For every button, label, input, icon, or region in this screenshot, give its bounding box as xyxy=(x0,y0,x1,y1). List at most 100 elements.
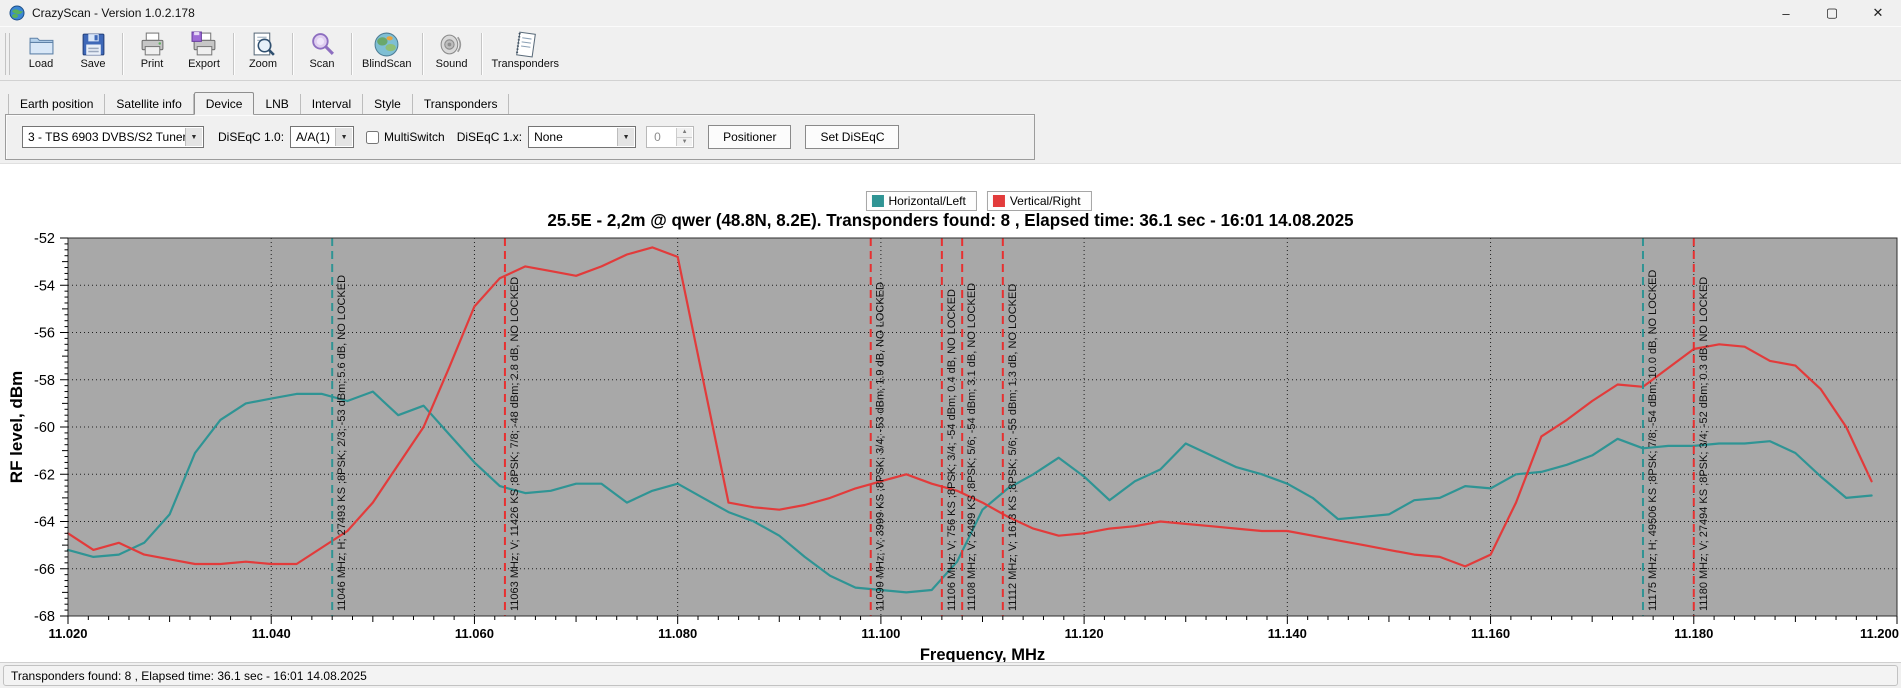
toolbar-button-label: Export xyxy=(188,58,220,70)
toolbar-button-label: Load xyxy=(28,58,54,70)
y-tick-label: -64 xyxy=(34,515,55,531)
position-spinner-value: 0 xyxy=(654,130,661,144)
sound-icon xyxy=(438,31,465,58)
toolbar-button-print[interactable]: Print xyxy=(126,29,178,79)
y-tick-label: -52 xyxy=(34,231,55,247)
tab-interval[interactable]: Interval xyxy=(301,94,364,114)
x-tick-label: 11.020 xyxy=(48,626,87,641)
x-tick-label: 11.100 xyxy=(861,626,900,641)
window-controls: – ▢ ✕ xyxy=(1763,0,1901,26)
minimize-button[interactable]: – xyxy=(1763,0,1809,26)
tab-earth-position[interactable]: Earth position xyxy=(8,94,106,114)
toolbar-separator xyxy=(351,33,352,75)
toolbar-button-export[interactable]: Export xyxy=(178,29,230,79)
status-bar: Transponders found: 8 , Elapsed time: 36… xyxy=(0,662,1901,688)
window-title: CrazyScan - Version 1.0.2.178 xyxy=(32,6,195,20)
y-tick-label: -68 xyxy=(34,609,55,625)
multiswitch-label: MultiSwitch xyxy=(384,130,445,144)
toolbar-button-label: Scan xyxy=(309,58,335,70)
scan-icon xyxy=(309,31,336,58)
toolbar-button-label: Print xyxy=(140,58,164,70)
toolbar-separator xyxy=(480,33,482,75)
y-tick-label: -62 xyxy=(34,467,55,483)
transponder-marker-label: 11099 MHz; V; 3999 KS ;8PSK; 3/4; -53 dB… xyxy=(875,282,887,611)
transponder-marker-label: 11106 MHz; V; 756 KS ;8PSK; 3/4; -54 dBm… xyxy=(946,289,958,611)
toolbar-button-blindscan[interactable]: BlindScan xyxy=(355,29,419,79)
transponder-marker-label: 11112 MHz; V; 1613 KS ;8PSK; 5/6; -55 dB… xyxy=(1007,284,1019,611)
legend-label: Horizontal/Left xyxy=(888,194,966,208)
diseqc10-label: DiSEqC 1.0: xyxy=(218,130,285,144)
device-tab-page: 3 - TBS 6903 DVBS/S2 Tuner 1 DiSEqC 1.0:… xyxy=(5,114,1035,160)
x-tick-label: 11.080 xyxy=(658,626,697,641)
toolbar-button-label: BlindScan xyxy=(362,58,412,70)
x-tick-label: 11.060 xyxy=(455,626,494,641)
toolbar-button-sound[interactable]: Sound xyxy=(426,29,478,79)
load-icon xyxy=(28,31,55,58)
toolbar-button-scan[interactable]: Scan xyxy=(296,29,348,79)
chart-legend: Horizontal/Left Vertical/Right xyxy=(865,191,1092,211)
legend-swatch xyxy=(992,195,1005,207)
toolbar-separator xyxy=(233,33,234,75)
zoom-icon xyxy=(250,31,277,58)
transponders-icon xyxy=(512,31,539,58)
legend-item-vertical-right: Vertical/Right xyxy=(986,191,1092,211)
diseqc1x-select-value: None xyxy=(534,130,563,144)
x-tick-label: 11.200 xyxy=(1860,626,1899,641)
diseqc1x-select[interactable]: None xyxy=(528,126,637,148)
x-tick-label: 11.180 xyxy=(1674,626,1713,641)
position-spinner[interactable]: 0 ▲ ▼ xyxy=(646,126,695,148)
close-button[interactable]: ✕ xyxy=(1855,0,1901,26)
tuner-select-value: 3 - TBS 6903 DVBS/S2 Tuner 1 xyxy=(28,130,197,144)
toolbar-button-transponders[interactable]: Transponders xyxy=(485,29,566,79)
transponder-marker-label: 11175 MHz; H; 49506 KS ;8PSK; 7/8; -54 d… xyxy=(1647,270,1659,611)
transponder-marker-label: 11180 MHz; V; 27494 KS ;8PSK; 3/4; -52 d… xyxy=(1698,277,1710,611)
diseqc10-select[interactable]: A/A(1) xyxy=(290,126,355,148)
y-tick-label: -60 xyxy=(34,420,55,436)
transponder-marker-label: 11046 MHz; H; 27493 KS ;8PSK; 2/3; -53 d… xyxy=(336,275,348,611)
diseqc1x-label: DiSEqC 1.x: xyxy=(456,130,523,144)
x-axis-title: Frequency, MHz xyxy=(920,646,1045,662)
x-tick-label: 11.160 xyxy=(1471,626,1510,641)
rf-spectrum-chart[interactable]: 11046 MHz; H; 27493 KS ;8PSK; 2/3; -53 d… xyxy=(0,164,1901,662)
toolbar-button-load[interactable]: Load xyxy=(15,29,67,79)
toolbar-button-label: Save xyxy=(80,58,106,70)
x-tick-label: 11.140 xyxy=(1268,626,1307,641)
y-tick-label: -58 xyxy=(34,373,55,389)
x-tick-label: 11.120 xyxy=(1065,626,1104,641)
transponder-marker-label: 11063 MHz; V; 11426 KS ;8PSK; 7/8; -48 d… xyxy=(509,277,521,611)
toolbar-button-save[interactable]: Save xyxy=(67,29,119,79)
toolbar-separator xyxy=(122,33,123,75)
positioner-button[interactable]: Positioner xyxy=(708,125,792,149)
tab-style[interactable]: Style xyxy=(363,94,413,114)
toolbar-button-zoom[interactable]: Zoom xyxy=(237,29,289,79)
spinner-up-icon[interactable]: ▲ xyxy=(677,128,693,138)
multiswitch-checkbox[interactable]: MultiSwitch xyxy=(366,130,445,144)
tab-satellite-info[interactable]: Satellite info xyxy=(105,94,194,114)
multiswitch-checkbox-input[interactable] xyxy=(366,130,380,144)
y-tick-label: -54 xyxy=(34,278,55,294)
y-axis-title: RF level, dBm xyxy=(7,371,26,483)
y-tick-label: -56 xyxy=(34,326,55,342)
export-icon xyxy=(191,31,218,58)
tab-device[interactable]: Device xyxy=(193,92,255,115)
diseqc10-select-value: A/A(1) xyxy=(296,130,331,144)
spinner-down-icon[interactable]: ▼ xyxy=(677,137,693,146)
blindscan-icon xyxy=(373,31,400,58)
spinner-arrows[interactable]: ▲ ▼ xyxy=(676,128,693,146)
y-tick-label: -66 xyxy=(34,562,55,578)
tuner-select[interactable]: 3 - TBS 6903 DVBS/S2 Tuner 1 xyxy=(22,126,204,148)
set-diseqc-button[interactable]: Set DiSEqC xyxy=(805,125,900,149)
tab-strip: Earth position Satellite info Device LNB Int… xyxy=(5,92,1901,115)
save-icon xyxy=(80,31,107,58)
chart-title: 25.5E - 2,2m @ qwer (48.8N, 8.2E). Trans… xyxy=(547,210,1354,230)
toolbar-separator xyxy=(292,33,293,75)
maximize-button[interactable]: ▢ xyxy=(1809,0,1855,26)
status-text: Transponders found: 8 , Elapsed time: 36… xyxy=(3,665,1898,686)
tab-lnb[interactable]: LNB xyxy=(254,94,301,114)
chart-panel: Horizontal/Left Vertical/Right 25.5E - 2,… xyxy=(0,163,1901,662)
app-globe-icon xyxy=(9,5,25,21)
tab-zone: Earth position Satellite info Device LNB Int… xyxy=(0,81,1901,163)
tab-transponders[interactable]: Transponders xyxy=(413,94,510,114)
toolbar: Load Save Print Export Zoom Scan BlindScan Soun… xyxy=(0,26,1901,81)
toolbar-grip[interactable] xyxy=(5,33,10,75)
